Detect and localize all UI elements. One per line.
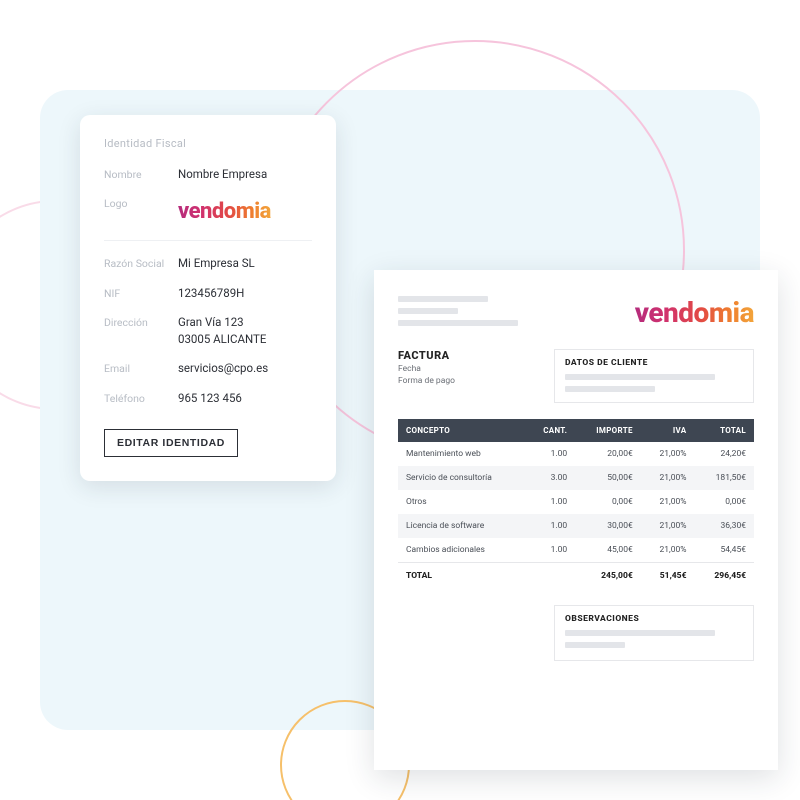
cell-total: 36,30€: [694, 514, 754, 538]
cell-importe: 30,00€: [575, 514, 641, 538]
client-data-placeholder: [565, 374, 743, 392]
stage: Identidad Fiscal Nombre Nombre Empresa L…: [0, 0, 800, 800]
invoice-vendomia-logo: vendomia: [635, 296, 754, 329]
edit-identity-button[interactable]: EDITAR IDENTIDAD: [104, 429, 238, 457]
cell-importe: 20,00€: [575, 442, 641, 466]
label-nombre: Nombre: [104, 166, 178, 181]
placeholder-line: [398, 320, 518, 326]
cell-iva: 21,00%: [641, 442, 695, 466]
invoice-meta-fecha: Fecha: [398, 364, 455, 374]
direccion-line1: Gran Vía 123: [178, 315, 244, 329]
cell-cant: 1.00: [525, 442, 575, 466]
col-iva: IVA: [641, 419, 695, 442]
label-logo: Logo: [104, 195, 178, 210]
observations-placeholder: [565, 630, 743, 648]
cell-iva: 21,00%: [641, 514, 695, 538]
cell-cant: 3.00: [525, 466, 575, 490]
invoice-table: CONCEPTO CANT. IMPORTE IVA TOTAL Manteni…: [398, 419, 754, 589]
invoice-total-row: TOTAL 245,00€ 51,45€ 296,45€: [398, 563, 754, 590]
table-row: Licencia de software1.0030,00€21,00%36,3…: [398, 514, 754, 538]
observations-title: OBSERVACIONES: [565, 614, 743, 624]
value-telefono: 965 123 456: [178, 390, 312, 407]
cell-total: 54,45€: [694, 538, 754, 563]
cell-cant: 1.00: [525, 538, 575, 563]
cell-total: 0,00€: [694, 490, 754, 514]
col-cant: CANT.: [525, 419, 575, 442]
value-nombre: Nombre Empresa: [178, 166, 312, 183]
identity-row-logo: Logo vendomia: [104, 195, 312, 228]
label-nif: NIF: [104, 285, 178, 300]
value-nif: 123456789H: [178, 285, 312, 302]
identity-divider: [104, 240, 312, 241]
total-iva: 51,45€: [641, 563, 695, 590]
invoice-document: vendomia FACTURA Fecha Forma de pago DAT…: [374, 270, 778, 770]
placeholder-line: [398, 308, 458, 314]
client-data-title: DATOS DE CLIENTE: [565, 358, 743, 368]
client-data-box: DATOS DE CLIENTE: [554, 349, 754, 403]
cell-total: 24,20€: [694, 442, 754, 466]
cell-concepto: Servicio de consultoría: [398, 466, 525, 490]
cell-iva: 21,00%: [641, 538, 695, 563]
cell-concepto: Otros: [398, 490, 525, 514]
cell-importe: 45,00€: [575, 538, 641, 563]
total-importe: 245,00€: [575, 563, 641, 590]
placeholder-line: [565, 386, 655, 392]
placeholder-line: [565, 630, 715, 636]
invoice-table-body: Mantenimiento web1.0020,00€21,00%24,20€S…: [398, 442, 754, 563]
direccion-line2: 03005 ALICANTE: [178, 332, 266, 346]
cell-concepto: Mantenimiento web: [398, 442, 525, 466]
observations-box: OBSERVACIONES: [554, 605, 754, 661]
invoice-header: vendomia: [398, 296, 754, 329]
invoice-meta-row: FACTURA Fecha Forma de pago DATOS DE CLI…: [398, 349, 754, 403]
col-importe: IMPORTE: [575, 419, 641, 442]
value-direccion: Gran Vía 123 03005 ALICANTE: [178, 314, 312, 349]
placeholder-line: [398, 296, 488, 302]
identity-card-title: Identidad Fiscal: [104, 137, 312, 150]
label-telefono: Teléfono: [104, 390, 178, 405]
identity-row-email: Email servicios@cpo.es: [104, 360, 312, 377]
value-logo: vendomia: [178, 195, 312, 228]
col-total: TOTAL: [694, 419, 754, 442]
col-concepto: CONCEPTO: [398, 419, 525, 442]
invoice-title: FACTURA: [398, 349, 455, 362]
cell-cant: 1.00: [525, 514, 575, 538]
total-label: TOTAL: [398, 563, 525, 590]
cell-importe: 0,00€: [575, 490, 641, 514]
label-direccion: Dirección: [104, 314, 178, 329]
value-email: servicios@cpo.es: [178, 360, 312, 377]
cell-concepto: Cambios adicionales: [398, 538, 525, 563]
invoice-table-header-row: CONCEPTO CANT. IMPORTE IVA TOTAL: [398, 419, 754, 442]
identity-row-direccion: Dirección Gran Vía 123 03005 ALICANTE: [104, 314, 312, 349]
identity-card: Identidad Fiscal Nombre Nombre Empresa L…: [80, 115, 336, 481]
table-row: Mantenimiento web1.0020,00€21,00%24,20€: [398, 442, 754, 466]
identity-row-nombre: Nombre Nombre Empresa: [104, 166, 312, 183]
invoice-meta-left: FACTURA Fecha Forma de pago: [398, 349, 455, 403]
table-row: Servicio de consultoría3.0050,00€21,00%1…: [398, 466, 754, 490]
vendomia-logo: vendomia: [178, 199, 271, 224]
label-email: Email: [104, 360, 178, 375]
identity-row-telefono: Teléfono 965 123 456: [104, 390, 312, 407]
label-razon: Razón Social: [104, 255, 178, 270]
cell-total: 181,50€: [694, 466, 754, 490]
identity-row-nif: NIF 123456789H: [104, 285, 312, 302]
invoice-meta-forma-pago: Forma de pago: [398, 376, 455, 386]
value-razon: Mi Empresa SL: [178, 255, 312, 272]
placeholder-line: [565, 374, 715, 380]
cell-importe: 50,00€: [575, 466, 641, 490]
cell-concepto: Licencia de software: [398, 514, 525, 538]
table-row: Cambios adicionales1.0045,00€21,00%54,45…: [398, 538, 754, 563]
cell-iva: 21,00%: [641, 490, 695, 514]
cell-iva: 21,00%: [641, 466, 695, 490]
placeholder-line: [565, 642, 625, 648]
total-total: 296,45€: [694, 563, 754, 590]
invoice-company-placeholder: [398, 296, 518, 326]
table-row: Otros1.000,00€21,00%0,00€: [398, 490, 754, 514]
identity-row-razon: Razón Social Mi Empresa SL: [104, 255, 312, 272]
cell-cant: 1.00: [525, 490, 575, 514]
